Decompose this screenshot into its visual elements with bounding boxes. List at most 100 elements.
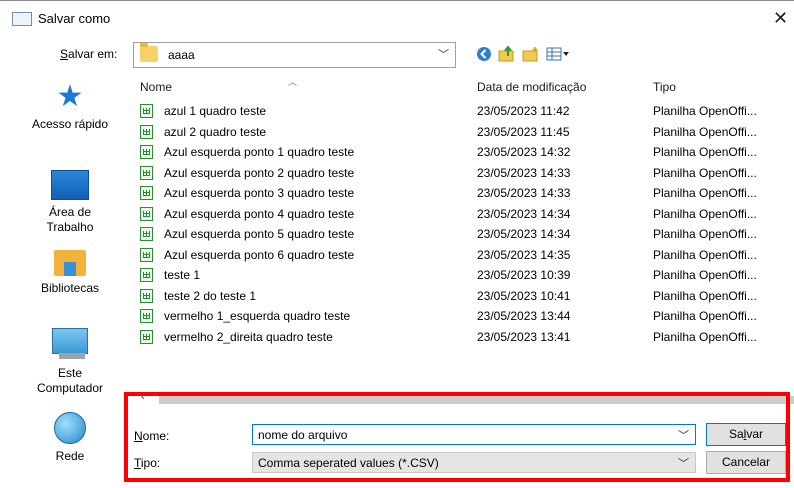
table-row[interactable]: vermelho 1_esquerda quadro teste 23/05/20… — [131, 306, 794, 326]
filename-input[interactable]: nome do arquivo ﹀ — [252, 424, 696, 445]
spreadsheet-icon — [140, 268, 153, 282]
file-date: 23/05/2023 14:32 — [477, 145, 571, 159]
table-row[interactable]: Azul esquerda ponto 2 quadro teste 23/05/… — [131, 163, 794, 183]
file-date: 23/05/2023 10:41 — [477, 288, 571, 303]
network-icon — [54, 412, 86, 444]
sidebar-item-label: Área de Trabalho — [46, 205, 94, 234]
file-name: Azul esquerda ponto 5 quadro teste — [164, 227, 355, 241]
sidebar-item-quick-access[interactable]: ★ Acesso rápido — [15, 82, 125, 132]
sidebar-item-this-pc[interactable]: Este Computador — [15, 328, 125, 396]
column-header-name[interactable]: Nome — [140, 80, 172, 94]
file-type: Planilha OpenOffi... — [653, 309, 757, 323]
table-row[interactable]: azul 1 quadro teste 23/05/2023 11:42 Plani… — [131, 101, 794, 121]
spreadsheet-icon — [140, 288, 153, 303]
cancel-button[interactable]: Cancelar — [706, 451, 786, 474]
file-type-dropdown[interactable]: Comma seperated values (*.CSV) ﹀ — [252, 452, 696, 473]
name-label: Nome: — [134, 429, 169, 443]
file-name: Azul esquerda ponto 2 quadro teste — [164, 165, 355, 180]
table-row[interactable]: vermelho 2_direita quadro teste 23/05/202… — [131, 327, 794, 347]
chevron-down-icon[interactable]: ﹀ — [678, 455, 689, 471]
new-folder-icon[interactable] — [521, 45, 541, 63]
view-menu-icon[interactable] — [545, 45, 571, 63]
file-type: Planilha OpenOffi... — [653, 227, 757, 241]
file-name: vermelho 2_direita quadro teste — [164, 329, 333, 344]
save-button[interactable]: Salvar — [706, 423, 786, 446]
this-pc-icon — [52, 328, 88, 359]
quick-access-star-icon: ★ — [56, 80, 84, 113]
save-label-pre: Sa — [728, 427, 744, 441]
file-list: ︿ Nome Data de modificação Tipo azul 1 q… — [131, 76, 794, 394]
type-label: Tipo: — [134, 456, 160, 470]
filename-value: nome do arquivo — [258, 428, 348, 442]
file-type: Planilha OpenOffi... — [653, 288, 757, 303]
table-row[interactable]: teste 2 do teste 1 23/05/2023 10:41 Planil… — [131, 286, 794, 306]
sidebar-item-label: Bibliotecas — [40, 281, 100, 295]
file-date: 23/05/2023 14:34 — [477, 227, 571, 241]
save-label-post: var — [746, 427, 764, 441]
file-name: Azul esquerda ponto 4 quadro teste — [164, 206, 355, 221]
file-date: 23/05/2023 13:41 — [477, 329, 571, 344]
file-date: 23/05/2023 14:33 — [477, 165, 571, 180]
back-icon[interactable] — [474, 45, 494, 63]
table-row[interactable]: teste 1 23/05/2023 10:39 Planilha OpenOffi… — [131, 265, 794, 285]
spreadsheet-icon — [140, 206, 153, 221]
file-type: Planilha OpenOffi... — [653, 124, 757, 139]
file-name: Azul esquerda ponto 3 quadro teste — [164, 186, 355, 200]
sort-ascending-icon: ︿ — [288, 77, 298, 87]
file-date: 23/05/2023 14:35 — [477, 247, 571, 262]
file-name: teste 1 — [164, 268, 201, 282]
file-date: 23/05/2023 14:34 — [477, 206, 571, 221]
column-header-date[interactable]: Data de modificação — [477, 80, 586, 94]
close-icon[interactable]: ✕ — [773, 8, 788, 29]
type-accel: T — [134, 456, 141, 470]
chevron-down-icon[interactable]: ﹀ — [438, 46, 449, 62]
save-in-dropdown[interactable]: aaaa ﹀ — [133, 42, 456, 68]
file-type: Planilha OpenOffi... — [653, 247, 757, 262]
table-row[interactable]: Azul esquerda ponto 6 quadro teste 23/05/… — [131, 245, 794, 265]
save-as-dialog: Salvar como ✕ Salvar em: aaaa ﹀ ★ Acesso… — [0, 0, 794, 488]
desktop-icon — [51, 170, 89, 200]
location-bar: Salvar em: aaaa ﹀ — [0, 40, 794, 70]
sidebar-item-label: Rede — [55, 449, 85, 463]
file-name: Azul esquerda ponto 6 quadro teste — [164, 247, 355, 262]
save-in-label-text: alvar em: — [68, 47, 118, 61]
sidebar-item-desktop[interactable]: Área de Trabalho — [15, 170, 125, 235]
file-name: vermelho 1_esquerda quadro teste — [164, 309, 351, 323]
file-name: Azul esquerda ponto 1 quadro teste — [164, 145, 355, 159]
file-type: Planilha OpenOffi... — [653, 145, 757, 159]
save-in-accel: S — [60, 47, 69, 61]
sidebar-item-label: Este Computador — [36, 366, 104, 395]
spreadsheet-icon — [140, 165, 153, 180]
file-type-value: Comma seperated values (*.CSV) — [258, 456, 439, 470]
up-folder-icon[interactable] — [497, 45, 517, 63]
name-label-text: ome: — [142, 429, 170, 443]
spreadsheet-icon — [140, 145, 153, 159]
spreadsheet-icon — [140, 329, 153, 344]
table-row[interactable]: Azul esquerda ponto 5 quadro teste 23/05/… — [131, 224, 794, 244]
sidebar-item-libraries[interactable]: Bibliotecas — [15, 250, 125, 296]
save-panel-highlight: Nome: nome do arquivo ﹀ Salvar Tipo: Com… — [124, 392, 790, 482]
places-sidebar: ★ Acesso rápido Área de Trabalho Bibliot… — [15, 74, 125, 484]
chevron-down-icon[interactable]: ﹀ — [678, 427, 689, 443]
sidebar-item-network[interactable]: Rede — [15, 412, 125, 464]
column-header-type[interactable]: Tipo — [653, 80, 676, 94]
spreadsheet-icon — [140, 309, 153, 323]
name-accel: N — [134, 429, 143, 443]
table-row[interactable]: Azul esquerda ponto 1 quadro teste 23/05/… — [131, 142, 794, 162]
type-label-text: ipo: — [140, 456, 161, 470]
spreadsheet-icon — [140, 227, 153, 241]
save-in-value: aaaa — [168, 48, 195, 62]
spreadsheet-icon — [140, 186, 153, 200]
file-date: 23/05/2023 13:44 — [477, 309, 571, 323]
table-row[interactable]: Azul esquerda ponto 3 quadro teste 23/05/… — [131, 183, 794, 203]
table-row[interactable]: azul 2 quadro teste 23/05/2023 11:45 Plani… — [131, 122, 794, 142]
file-name: teste 2 do teste 1 — [164, 288, 257, 303]
file-type: Planilha OpenOffi... — [653, 206, 757, 221]
title-bar: Salvar como ✕ — [0, 8, 794, 32]
file-date: 23/05/2023 11:42 — [477, 104, 570, 118]
table-row[interactable]: Azul esquerda ponto 4 quadro teste 23/05/… — [131, 204, 794, 224]
file-date: 23/05/2023 11:45 — [477, 124, 570, 139]
top-border — [0, 0, 794, 1]
folder-icon — [140, 43, 158, 62]
file-name: azul 2 quadro teste — [164, 124, 267, 139]
